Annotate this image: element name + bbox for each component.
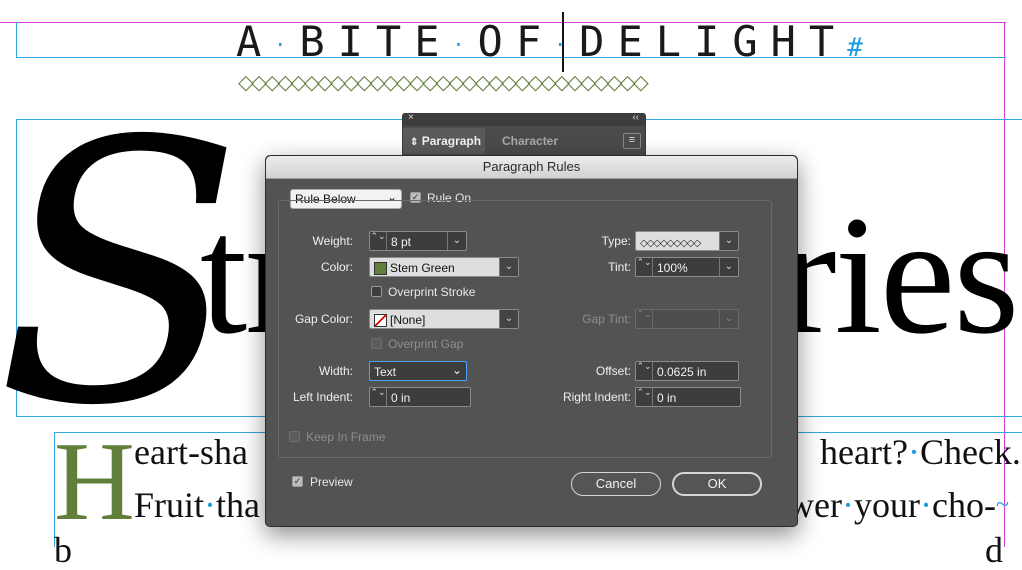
headline-word-4: DELIGHT (579, 17, 848, 66)
body-line-3-start: b (54, 530, 72, 570)
headline-rule-below: ◇◇◇◇◇◇◇◇◇◇◇◇◇◇◇◇◇◇◇◇◇◇◇◇◇◇◇◇◇◇◇ (238, 70, 649, 94)
body-dropcap: H (54, 420, 135, 544)
overprint-gap-checkbox (371, 338, 382, 349)
tab-arrows-icon: ⇕ (410, 137, 419, 148)
weight-field[interactable]: ⌃⌄ 8 pt ⌄ (369, 231, 467, 251)
left-indent-field[interactable]: ⌃⌄ 0 in (369, 387, 471, 407)
body-line-2-end: wer·your·cho-~ (788, 485, 1009, 525)
chevron-down-icon[interactable]: ⌄ (447, 232, 466, 250)
check-icon: ✓ (293, 476, 302, 486)
type-field[interactable]: ◇◇◇◇◇◇◇◇◇ ⌄ (635, 231, 739, 251)
paragraph-end-marker: # (847, 33, 876, 63)
cancel-button[interactable]: Cancel (571, 472, 661, 496)
dialog-title: Paragraph Rules (266, 156, 797, 179)
spinner-icon[interactable]: ⌃⌄ (636, 258, 653, 276)
keep-in-frame-label: Keep In Frame (306, 430, 386, 444)
tint-field[interactable]: ⌃⌄ 100% ⌄ (635, 257, 739, 277)
color-field[interactable]: Stem Green ⌄ (369, 257, 519, 277)
chevron-down-icon[interactable]: ⌄ (719, 258, 738, 276)
chevron-down-icon[interactable]: ⌄ (499, 258, 518, 276)
panel-close-icon[interactable]: × (408, 112, 414, 123)
tab-paragraph[interactable]: ⇕ Paragraph (403, 128, 485, 154)
width-select[interactable]: Text ⌄ (369, 361, 467, 381)
chevron-down-icon: ⌄ (719, 310, 738, 328)
type-label: Type: (601, 234, 631, 248)
body-line-1-end: heart?·Check.· (820, 432, 1022, 472)
ok-button[interactable]: OK (672, 472, 762, 496)
offset-label: Offset: (595, 364, 631, 378)
none-swatch-icon (374, 314, 387, 328)
spinner-icon: ⌃⌄ (636, 310, 653, 328)
overprint-gap-label: Overprint Gap (388, 337, 464, 351)
panel-menu-icon[interactable]: ≡ (623, 133, 641, 149)
paragraph-rules-dialog: Paragraph Rules Rule Below ⌄ ✓ Rule On W… (265, 155, 798, 527)
text-cursor (562, 12, 564, 72)
frame-edge-headline-top (16, 22, 17, 58)
overprint-stroke-label: Overprint Stroke (388, 285, 476, 299)
spinner-icon[interactable]: ⌃⌄ (370, 232, 387, 250)
tint-label: Tint: (608, 260, 631, 274)
right-indent-label: Right Indent: (562, 390, 631, 404)
chevron-down-icon[interactable]: ⌄ (719, 232, 738, 250)
title-word-end: ries (780, 181, 1019, 369)
overprint-stroke-checkbox[interactable] (371, 286, 382, 297)
body-line-1-start: eart-sha (134, 432, 248, 472)
chevron-down-icon: ⌄ (451, 363, 462, 377)
keep-in-frame-checkbox (289, 431, 300, 442)
chevron-down-icon[interactable]: ⌄ (499, 310, 518, 328)
gap-tint-label: Gap Tint: (582, 312, 631, 326)
left-indent-label: Left Indent: (292, 390, 353, 404)
paragraph-character-panel: × ‹‹ ⇕ Paragraph Character ≡ (402, 112, 646, 159)
body-line-2-start: Fruit·tha (134, 485, 260, 525)
preview-checkbox[interactable]: ✓ (292, 476, 303, 487)
offset-field[interactable]: ⌃⌄ 0.0625 in (635, 361, 739, 381)
gap-tint-field: ⌃⌄ ⌄ (635, 309, 739, 329)
headline-word-2: BITE (299, 17, 453, 66)
tab-character[interactable]: Character (502, 128, 558, 154)
color-label: Color: (320, 260, 353, 274)
headline-word-1: A (236, 17, 275, 66)
panel-collapse-icon[interactable]: ‹‹ (632, 112, 639, 123)
spinner-icon[interactable]: ⌃⌄ (636, 362, 653, 380)
spinner-icon[interactable]: ⌃⌄ (636, 388, 653, 406)
weight-label: Weight: (312, 234, 353, 248)
width-label: Width: (318, 364, 353, 378)
gap-color-label: Gap Color: (294, 312, 353, 326)
gap-color-field[interactable]: [None] ⌄ (369, 309, 519, 329)
preview-label: Preview (310, 475, 353, 489)
color-swatch (374, 262, 387, 276)
right-indent-field[interactable]: ⌃⌄ 0 in (635, 387, 741, 407)
headline-text[interactable]: A·BITE·OF·DELIGHT# (236, 18, 876, 66)
body-line-3-end: d (985, 530, 1003, 570)
headline-word-3: OF (477, 17, 555, 66)
rule-options-group: Weight: ⌃⌄ 8 pt ⌄ Type: ◇◇◇◇◇◇◇◇◇ ⌄ Color… (278, 200, 772, 458)
spinner-icon[interactable]: ⌃⌄ (370, 388, 387, 406)
